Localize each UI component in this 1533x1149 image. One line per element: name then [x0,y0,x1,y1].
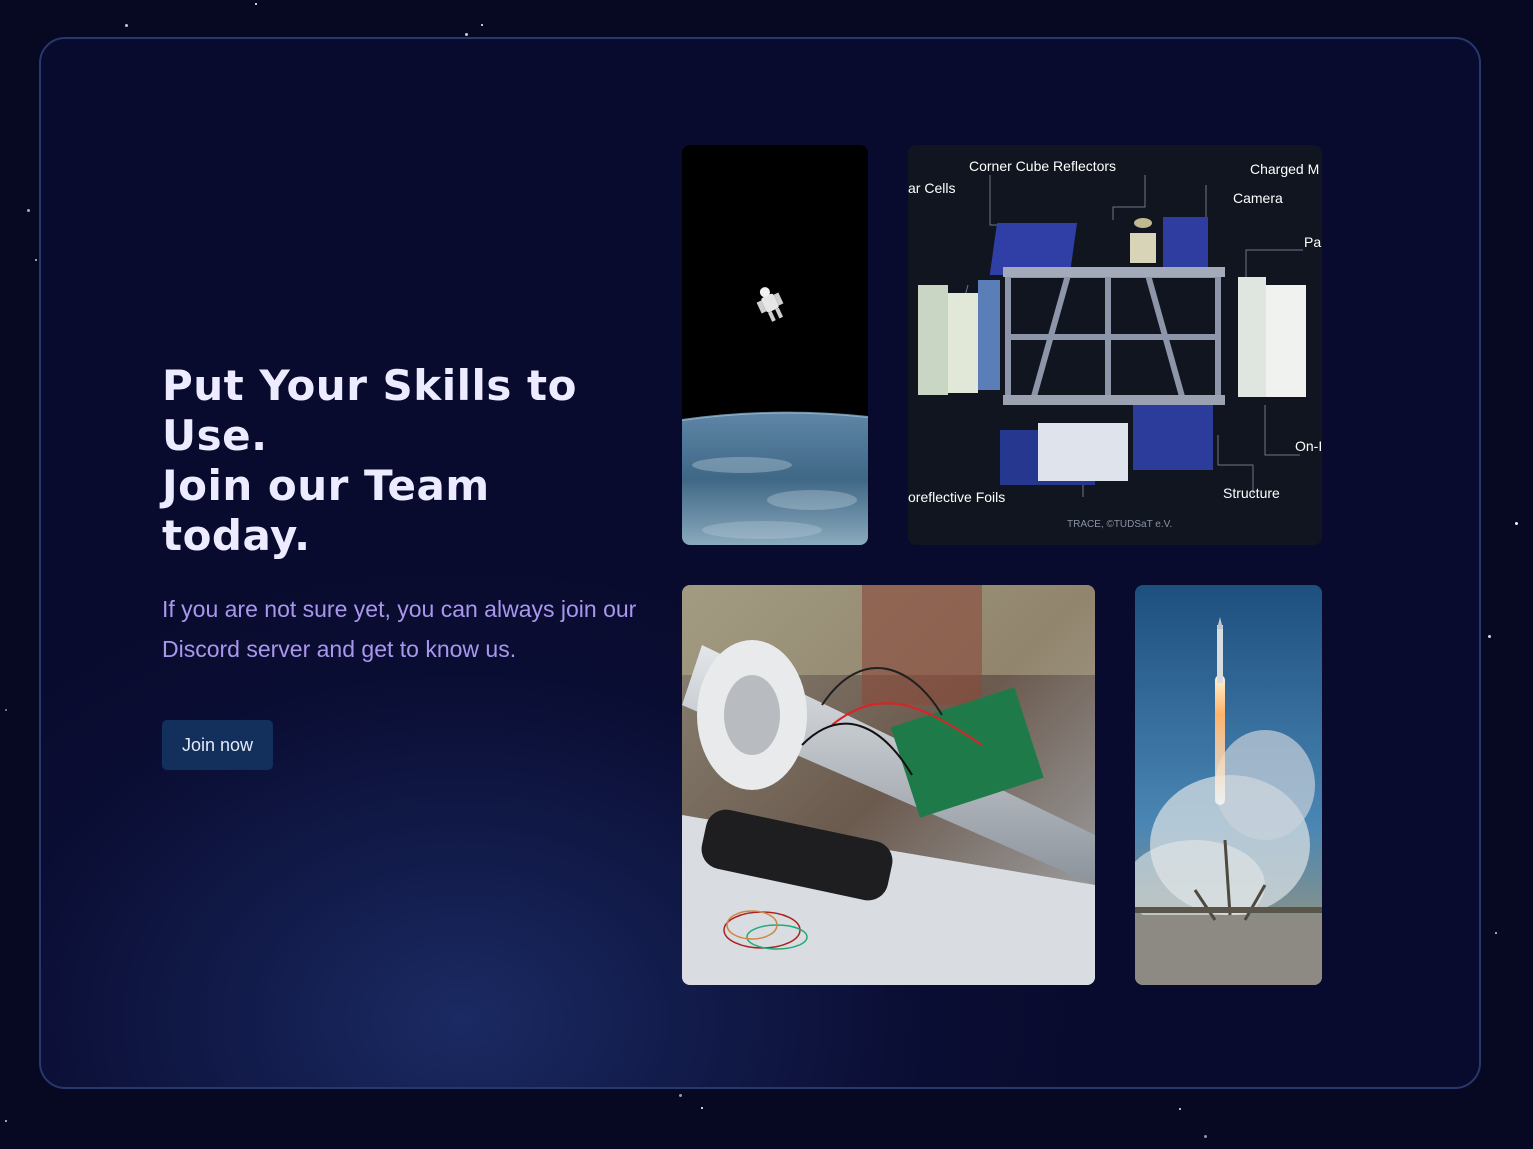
star-dot [5,709,7,711]
star-dot [465,33,468,36]
join-team-card: Put Your Skills to Use. Join our Team to… [39,37,1481,1089]
star-dot [1515,522,1518,525]
diagram-label-pa: Pa [1304,234,1321,250]
star-dot [1204,1135,1207,1138]
page: Put Your Skills to Use. Join our Team to… [0,0,1533,1149]
star-dot [125,24,128,27]
join-now-button[interactable]: Join now [162,720,273,770]
diagram-label-solar-cells: ar Cells [908,180,955,196]
star-dot [679,1094,682,1097]
diagram-label-camera: Camera [1233,190,1283,206]
headline-line-1: Put Your Skills to Use. [162,361,577,460]
diagram-label-on: On-I [1295,438,1322,454]
star-dot [255,3,257,5]
star-dot [5,1120,7,1122]
star-dot [1179,1108,1181,1110]
star-dot [1488,635,1491,638]
subtitle-text: If you are not sure yet, you can always … [162,596,637,662]
satellite-diagram-image: Corner Cube Reflectors Charged M ar Cell… [908,145,1322,545]
diagram-label-charged: Charged M [1250,161,1319,177]
diagram-credit: TRACE, ©TUDSaT e.V. [1067,519,1172,530]
page-title: Put Your Skills to Use. Join our Team to… [162,361,632,561]
star-dot [481,24,483,26]
diagram-label-structure: Structure [1223,485,1280,501]
star-dot [1495,932,1497,934]
star-dot [35,259,37,261]
astronaut-photo [682,145,868,545]
headline-line-2: Join our Team today. [162,461,490,560]
star-dot [27,209,30,212]
diagram-label-corner-cube: Corner Cube Reflectors [969,158,1116,174]
diagram-label-foils: oreflective Foils [908,489,1005,505]
hardware-photo [682,585,1095,985]
rocket-launch-photo [1135,585,1322,985]
star-dot [701,1107,703,1109]
